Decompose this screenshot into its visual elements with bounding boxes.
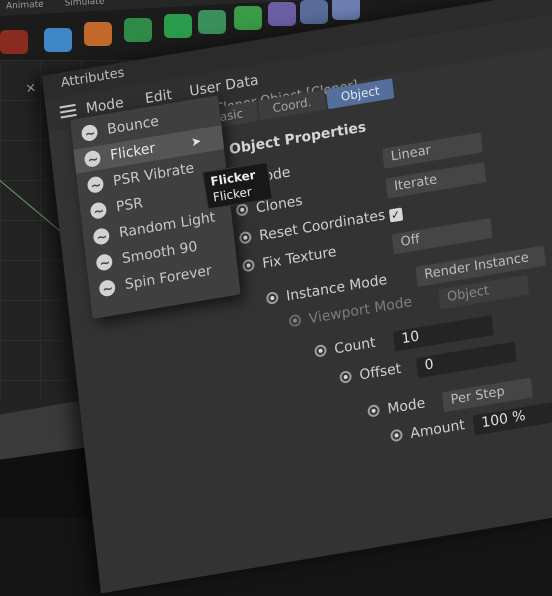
light-icon[interactable] [300,0,328,24]
clones-keyframe-icon[interactable] [235,202,249,217]
offset-row: Offset [339,361,402,387]
menu-item-label: Bounce [106,113,160,138]
mode-dropdown[interactable]: Linear [381,132,483,169]
close-icon[interactable]: × [25,80,37,97]
menu-item-label: PSR [115,195,144,216]
fracture-icon[interactable] [198,10,226,34]
count-keyframe-icon[interactable] [313,343,328,358]
instance-keyframe-icon[interactable] [265,291,279,305]
menu-item-label: Flicker [109,140,157,164]
count-row: Count [313,334,377,361]
offset-label: Offset [358,360,402,384]
preset-icon [98,278,117,298]
clones-dropdown[interactable]: Iterate [385,162,487,199]
preset-icon [92,227,111,246]
offset-keyframe-icon[interactable] [339,370,353,384]
fix-texture-label: Fix Texture [261,243,338,273]
figure-icon[interactable] [84,22,112,46]
preset-icon [95,253,114,272]
camera-icon[interactable] [332,0,360,20]
amount-keyframe-icon[interactable] [389,428,404,443]
viewport-keyframe-icon [288,313,302,328]
mode2-label: Mode [386,395,427,418]
preset-icon [80,123,99,143]
reset-coordinates-checkbox[interactable]: ✓ [388,207,403,223]
mouse-cursor-icon: ➤ [190,133,202,150]
cloner-icon[interactable] [124,18,152,42]
array-icon[interactable] [164,14,192,38]
preset-icon [83,149,102,169]
deformer-icon[interactable] [268,2,296,26]
amount-label: Amount [409,417,466,443]
amount-row: Amount [389,417,466,445]
fix-texture-row: Fix Texture [241,243,338,276]
fix-keyframe-icon[interactable] [241,258,256,273]
count-input[interactable]: 10 [392,315,494,352]
hamburger-icon[interactable] [59,103,77,119]
record-icon[interactable] [0,30,28,54]
effector-icon[interactable] [234,6,262,30]
mode2-keyframe-icon[interactable] [367,403,381,418]
cube-icon[interactable] [44,28,72,52]
count-label: Count [333,334,377,358]
section-title: Object Properties [228,119,367,159]
preset-icon [89,201,108,220]
viewport-mode-label: Viewport Mode [308,294,413,328]
menu-simulate[interactable]: Simulate [65,0,105,9]
fix-texture-dropdown[interactable]: Off [391,217,493,255]
preset-icon [86,175,105,194]
reset-keyframe-icon[interactable] [238,230,252,245]
offset-input[interactable]: 0 [415,341,517,379]
amount-input[interactable]: 100 % [472,400,552,436]
menu-animate[interactable]: Animate [6,0,44,12]
mode2-row: Mode [367,395,426,421]
